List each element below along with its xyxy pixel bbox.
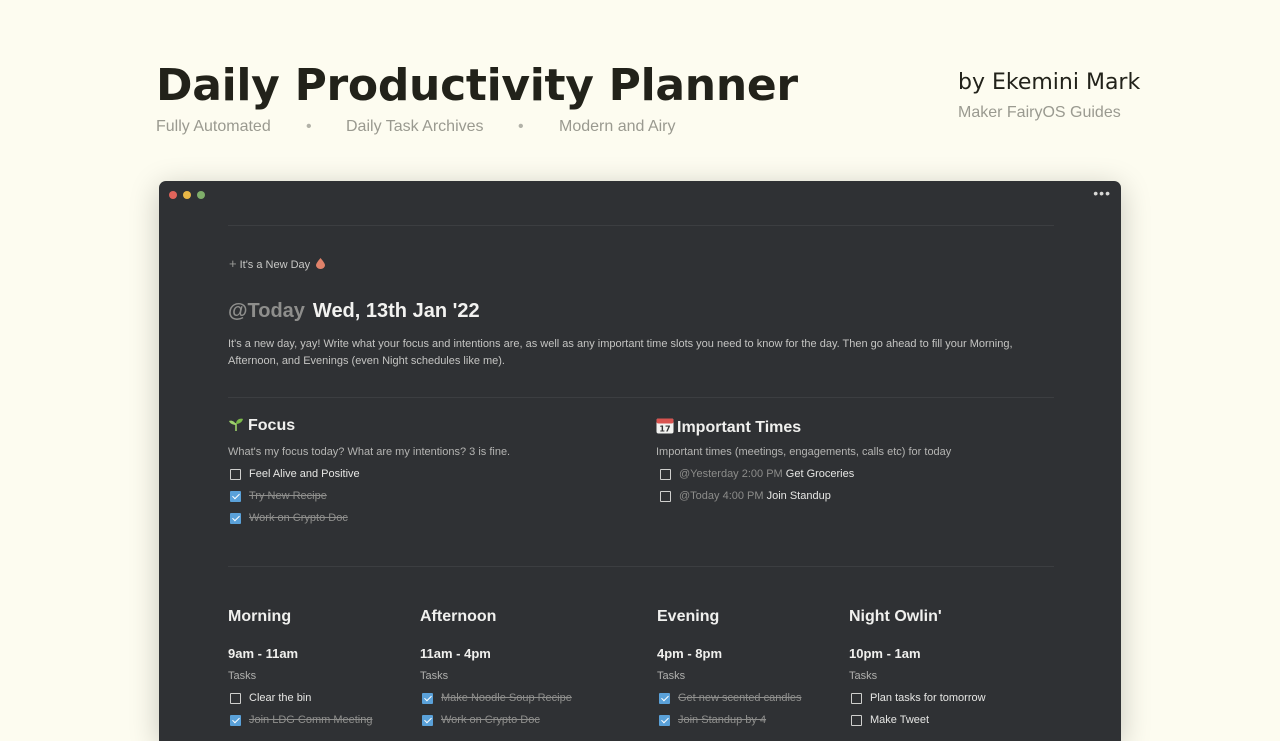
important-times-heading: 17 Important Times [656,417,801,437]
evening-todo-2[interactable]: Join Standup by 4 [659,714,766,726]
divider [228,225,1054,226]
block-afternoon-title: Afternoon [420,608,497,625]
calendar-icon: 17 [656,418,674,434]
checkbox-checked[interactable] [659,714,670,726]
date-mention[interactable]: @Today [228,300,305,322]
block-morning-time: 9am - 11am [228,646,299,661]
important-todo-1[interactable]: @Yesterday 2:00 PM Get Groceries [660,468,854,480]
divider [228,397,1054,398]
close-window-button[interactable] [169,191,177,199]
minimize-window-button[interactable] [183,191,191,199]
block-afternoon-tasks-label: Tasks [420,670,449,682]
tag-separator: • [518,118,524,135]
author-name: by Ekemini Mark [958,70,1141,95]
maximize-window-button[interactable] [197,191,205,199]
checkbox[interactable] [660,490,671,502]
checkbox-checked[interactable] [659,692,670,704]
intro-text: It's a new day, yay! Write what your foc… [228,338,1013,367]
drop-icon [316,258,326,269]
block-night-title: Night Owlin' [849,608,942,625]
block-evening-tasks-label: Tasks [657,670,686,682]
checkbox-checked[interactable] [422,714,433,726]
more-options-icon[interactable]: ••• [1093,185,1111,201]
evening-todo-1[interactable]: Get new scented candles [659,692,802,704]
time-mention[interactable]: @Yesterday 2:00 PM [679,468,783,480]
focus-todo-2[interactable]: Try New Recipe [230,490,327,502]
author-subtitle: Maker FairyOS Guides [958,104,1121,121]
afternoon-todo-1[interactable]: Make Noodle Soup Recipe [422,692,572,704]
new-day-button[interactable]: + It's a New Day [229,256,326,271]
afternoon-todo-2[interactable]: Work on Crypto Doc [422,714,540,726]
tag-archives: Daily Task Archives [346,118,484,135]
page-title: Daily Productivity Planner [156,60,798,111]
morning-todo-2[interactable]: Join LDG Comm Meeting [230,714,373,726]
checkbox[interactable] [230,692,241,704]
app-window: ••• + It's a New Day @Today Wed, 13th Jan … [159,181,1121,741]
divider [228,566,1054,567]
time-mention[interactable]: @Today 4:00 PM [679,490,764,502]
svg-text:17: 17 [659,425,670,434]
tag-separator: • [306,118,312,135]
checkbox-checked[interactable] [230,512,241,524]
plus-icon: + [229,256,237,271]
morning-todo-1[interactable]: Clear the bin [230,692,311,704]
block-night-tasks-label: Tasks [849,670,878,682]
focus-heading: Focus [228,417,295,435]
checkbox[interactable] [851,692,862,704]
important-times-subtitle: Important times (meetings, engagements, … [656,446,952,458]
date-heading: @Today Wed, 13th Jan '22 [228,300,480,323]
block-night-time: 10pm - 1am [849,646,921,661]
checkbox[interactable] [660,468,671,480]
seedling-icon [229,418,243,431]
tag-modern: Modern and Airy [559,118,676,135]
night-todo-1[interactable]: Plan tasks for tomorrow [851,692,986,704]
checkbox-checked[interactable] [230,714,241,726]
block-morning-title: Morning [228,608,292,625]
block-evening-title: Evening [657,608,720,625]
checkbox[interactable] [851,714,862,726]
tag-automated: Fully Automated [156,118,271,135]
checkbox[interactable] [230,468,241,480]
focus-todo-1[interactable]: Feel Alive and Positive [230,468,360,480]
block-evening-time: 4pm - 8pm [657,646,723,661]
block-afternoon-time: 11am - 4pm [420,646,491,661]
night-todo-2[interactable]: Make Tweet [851,714,929,726]
new-day-label: It's a New Day [239,259,311,271]
important-todo-2[interactable]: @Today 4:00 PM Join Standup [660,490,831,502]
focus-todo-3[interactable]: Work on Crypto Doc [230,512,348,524]
date-text: Wed, 13th Jan '22 [312,300,480,322]
checkbox-checked[interactable] [230,490,241,502]
focus-subtitle: What's my focus today? What are my inten… [228,446,511,458]
block-morning-tasks-label: Tasks [228,670,257,682]
checkbox-checked[interactable] [422,692,433,704]
